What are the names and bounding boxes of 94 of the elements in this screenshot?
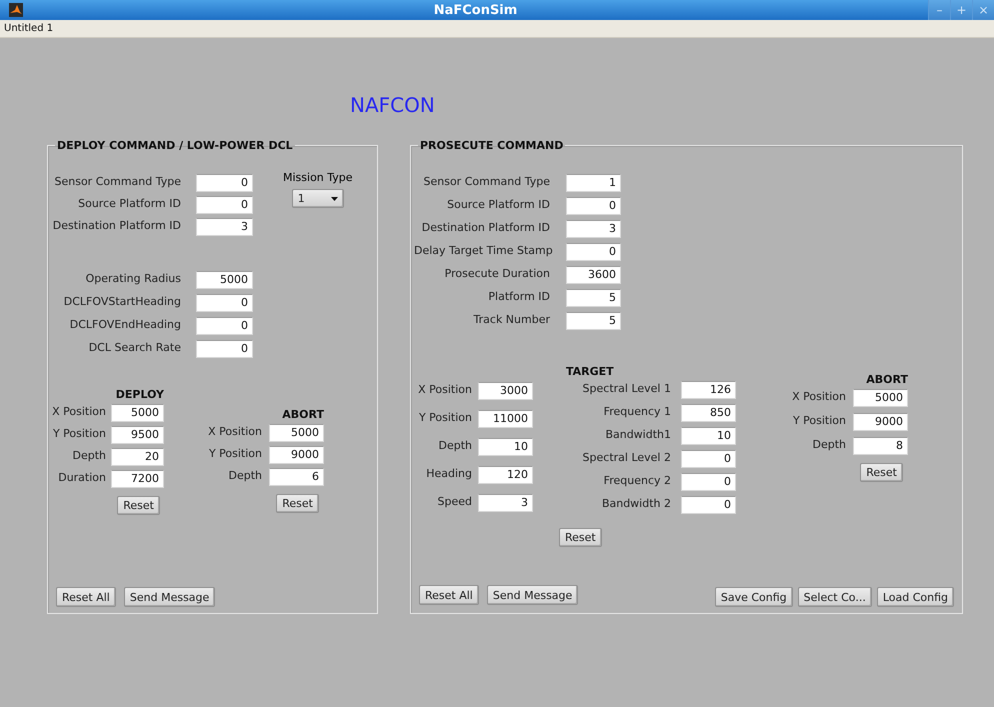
input-field[interactable]: 20	[111, 448, 164, 466]
field-label: Y Position	[418, 410, 472, 424]
input-field[interactable]: 5000	[111, 404, 164, 422]
input-field[interactable]: 5000	[269, 424, 324, 442]
input-field[interactable]: 11000	[478, 410, 533, 428]
reset-all-button[interactable]: Reset All	[56, 587, 116, 607]
field-label: DCLFOVStartHeading	[62, 294, 181, 308]
input-field[interactable]: 0	[681, 473, 736, 491]
field-label: Depth	[437, 438, 472, 452]
app-icon	[9, 3, 23, 17]
reset-button[interactable]: Reset	[860, 463, 903, 482]
reset-button[interactable]: Reset	[117, 496, 160, 515]
menu-item[interactable]: Untitled 1	[4, 23, 54, 34]
input-field[interactable]: 3	[196, 218, 253, 236]
input-field[interactable]: 0	[196, 317, 253, 335]
input-field[interactable]: 0	[196, 294, 253, 312]
input-field[interactable]: 10	[681, 427, 736, 445]
reset-all-button[interactable]: Reset All	[419, 585, 479, 605]
field-label: DCLFOVEndHeading	[68, 318, 181, 330]
panel-title: DEPLOY COMMAND / LOW-POWER DCL	[56, 139, 294, 152]
field-label: Prosecute Duration	[444, 266, 550, 280]
reset-button[interactable]: Reset	[559, 528, 602, 547]
field-label: Sensor Command Type	[422, 174, 550, 188]
input-field[interactable]: 8	[853, 437, 908, 455]
input-field[interactable]: 0	[681, 496, 736, 514]
input-field[interactable]: 0	[566, 243, 621, 261]
field-label: Spectral Level 2	[582, 450, 671, 464]
input-field[interactable]: 9000	[269, 446, 324, 464]
field-label: Destination Platform ID	[420, 220, 550, 234]
field-label: Y Position	[792, 414, 846, 426]
send-message-button[interactable]: Send Message	[124, 587, 216, 607]
field-label: Bandwidth 2	[600, 496, 671, 510]
app-heading: NAFCON	[350, 93, 435, 117]
field-label: Frequency 2	[602, 474, 671, 486]
field-label: Source Platform ID	[446, 198, 550, 210]
load-config-button[interactable]: Load Config	[876, 587, 954, 607]
input-field[interactable]: 7200	[111, 470, 164, 488]
select-config-button[interactable]: Select Co...	[798, 587, 872, 607]
group-title: ABORT	[866, 373, 908, 386]
field-label: Track Number	[472, 312, 550, 326]
field-label: Delay Target Time Stamp	[414, 244, 550, 256]
field-label: X Position	[51, 404, 106, 418]
field-label: Speed	[436, 494, 472, 508]
input-field[interactable]: 5000	[196, 271, 253, 289]
input-field[interactable]: 0	[196, 174, 253, 192]
field-label: X Position	[791, 390, 846, 402]
input-field[interactable]: 0	[196, 340, 253, 358]
input-field[interactable]: 3000	[478, 382, 533, 400]
panel-title: PROSECUTE COMMAND	[419, 139, 564, 152]
send-message-button[interactable]: Send Message	[486, 585, 578, 605]
group-title: ABORT	[282, 408, 324, 421]
field-label: Frequency 1	[602, 404, 671, 418]
field-label: X Position	[207, 424, 262, 438]
field-label: DCL Search Rate	[88, 340, 181, 354]
group-title: DEPLOY	[116, 388, 164, 401]
input-field[interactable]: 0	[196, 196, 253, 214]
field-label: Bandwidth1	[604, 428, 671, 440]
field-label: Y Position	[52, 426, 106, 440]
input-field[interactable]: 3600	[566, 266, 621, 284]
field-label: Platform ID	[487, 290, 550, 302]
field-label: Duration	[57, 470, 106, 484]
field-label: X Position	[417, 382, 472, 396]
input-field[interactable]: 9500	[111, 426, 164, 444]
input-field[interactable]: 3	[566, 220, 621, 238]
input-field[interactable]: 5	[566, 312, 621, 330]
save-config-button[interactable]: Save Config	[714, 587, 793, 607]
input-field[interactable]: 9000	[853, 413, 908, 431]
input-field[interactable]: 0	[566, 197, 621, 215]
input-field[interactable]: 850	[681, 404, 736, 422]
field-label: Depth	[811, 438, 846, 450]
group-title: TARGET	[566, 365, 614, 378]
input-field[interactable]: 0	[681, 450, 736, 468]
input-field[interactable]: 10	[478, 438, 533, 456]
input-field[interactable]: 1	[566, 174, 621, 192]
field-label: Heading	[425, 466, 472, 480]
field-label: Depth	[227, 468, 262, 482]
input-field[interactable]: 3	[478, 494, 533, 512]
field-label: Mission Type	[283, 171, 353, 184]
input-field[interactable]: 120	[478, 466, 533, 484]
field-label: Operating Radius	[84, 272, 181, 284]
reset-button[interactable]: Reset	[276, 494, 319, 513]
field-label: Destination Platform ID	[52, 218, 181, 232]
field-label: Spectral Level 1	[582, 382, 671, 394]
window-title: NaFConSim	[432, 2, 518, 18]
dropdown[interactable]: 1	[292, 189, 344, 208]
caret-icon	[330, 196, 338, 200]
input-field[interactable]: 5000	[853, 389, 908, 407]
field-label: Y Position	[208, 446, 262, 460]
field-label: Depth	[71, 448, 106, 462]
input-field[interactable]: 5	[566, 289, 621, 307]
input-field[interactable]: 6	[269, 468, 324, 486]
input-field[interactable]: 126	[681, 381, 736, 399]
field-label: Source Platform ID	[77, 196, 181, 210]
field-label: Sensor Command Type	[54, 174, 181, 188]
